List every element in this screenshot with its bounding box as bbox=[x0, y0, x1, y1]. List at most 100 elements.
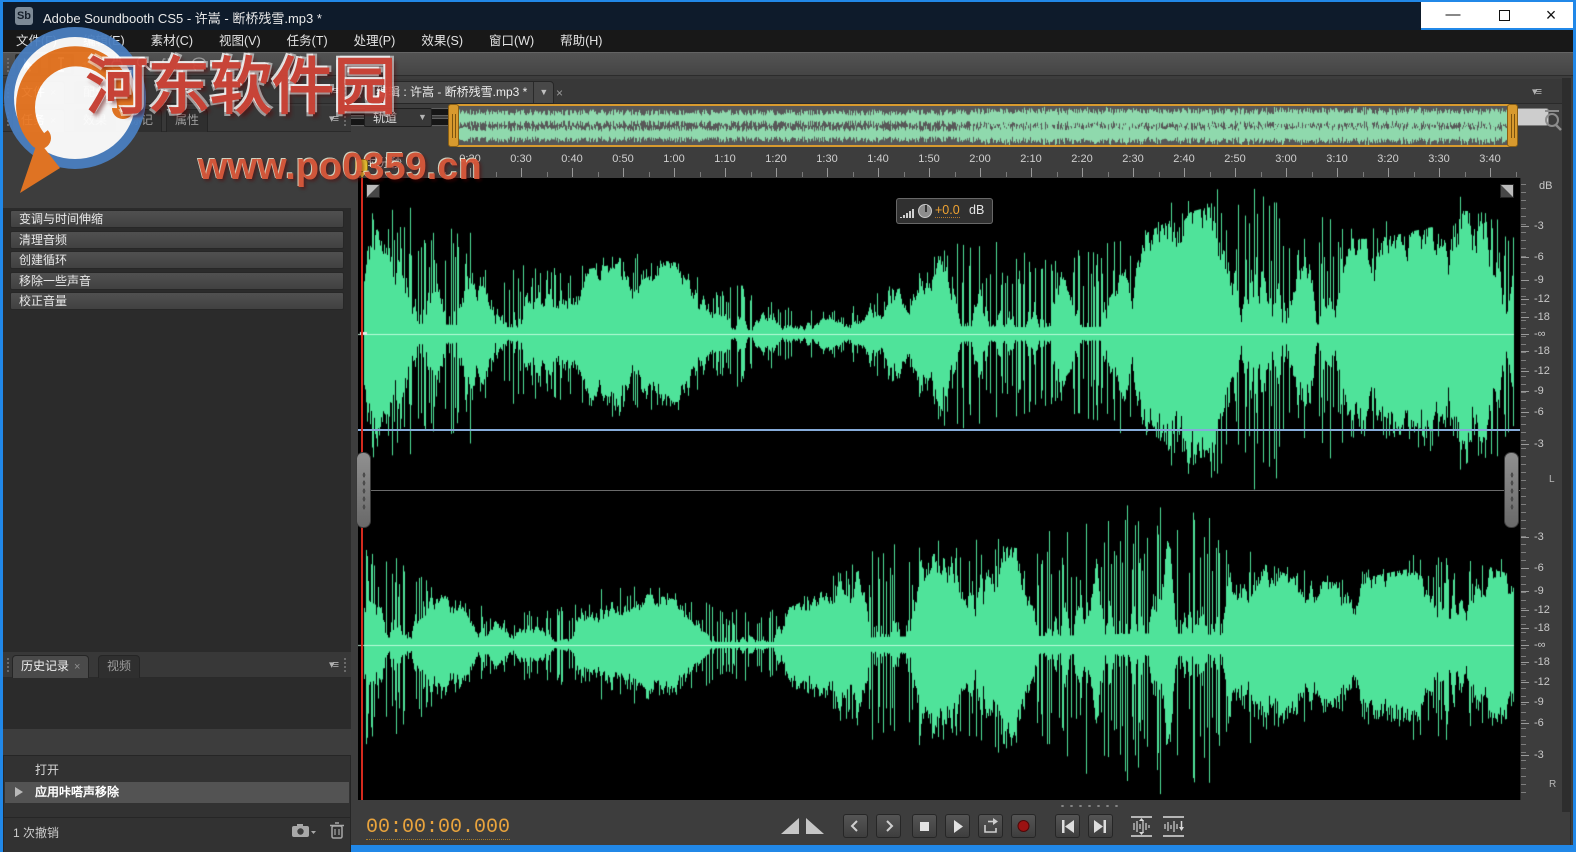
move-tool-button[interactable] bbox=[79, 54, 105, 75]
editor-tab-close-icon[interactable]: × bbox=[556, 86, 563, 100]
splitter-grip-dots[interactable] bbox=[1058, 803, 1120, 809]
menu-item-素材[interactable]: 素材(C) bbox=[138, 30, 206, 52]
lasso-tool-button[interactable] bbox=[187, 54, 213, 75]
hand-tool-button[interactable] bbox=[105, 54, 131, 75]
loop-playback-icon bbox=[984, 818, 998, 833]
go-to-start-button[interactable] bbox=[1055, 814, 1080, 838]
files-tab[interactable]: 配乐 bbox=[74, 81, 117, 104]
title-bar[interactable]: Sb Adobe Soundbooth CS5 - 许嵩 - 断桥残雪.mp3 … bbox=[3, 2, 1421, 30]
overview-right-handle[interactable] bbox=[1507, 104, 1518, 147]
waveform-canvas[interactable] bbox=[358, 178, 1520, 800]
task-item[interactable]: 变调与时间伸缩 bbox=[10, 210, 344, 228]
editor-tab[interactable]: 编辑 : 许嵩 - 断桥残雪.mp3 * ▼ bbox=[366, 81, 555, 104]
panel-menu-icon[interactable]: ▾≡ bbox=[329, 658, 339, 671]
history-item[interactable]: 应用咔嗒声移除 bbox=[5, 782, 349, 803]
record-button[interactable] bbox=[1011, 814, 1036, 838]
vertical-scrollbar-left[interactable] bbox=[356, 452, 371, 528]
db-tick bbox=[1521, 755, 1529, 756]
panel-menu-icon[interactable]: ▾≡ bbox=[329, 84, 339, 97]
arrow-tool-button[interactable] bbox=[15, 54, 41, 75]
task-item[interactable]: 移除一些声音 bbox=[10, 271, 344, 290]
db-tick bbox=[1521, 723, 1529, 724]
menu-item-处理[interactable]: 处理(P) bbox=[341, 30, 409, 52]
task-item[interactable]: 校正音量 bbox=[10, 292, 344, 310]
nudge-left-button[interactable] bbox=[843, 814, 868, 838]
tab-close-icon[interactable]: × bbox=[50, 87, 56, 99]
toolbar-grip[interactable] bbox=[6, 57, 11, 72]
menu-item-视图[interactable]: 视图(V) bbox=[206, 30, 274, 52]
menu-item-帮助[interactable]: 帮助(H) bbox=[547, 30, 615, 52]
channel-divider[interactable] bbox=[358, 490, 1520, 491]
menu-item-窗口[interactable]: 窗口(W) bbox=[476, 30, 547, 52]
panel-grip[interactable] bbox=[343, 83, 348, 99]
shrink-waveform-icon[interactable] bbox=[1160, 815, 1187, 838]
files-tab[interactable]: 文件 × bbox=[12, 81, 66, 104]
fade-out-handle[interactable] bbox=[1500, 184, 1514, 198]
vertical-scrollbar-right[interactable] bbox=[1504, 452, 1519, 528]
tasks-tab[interactable]: 任务 × bbox=[12, 109, 66, 132]
overview-left-handle[interactable] bbox=[448, 104, 459, 147]
panel-grip[interactable] bbox=[343, 657, 348, 673]
time-tick-minor bbox=[699, 172, 701, 177]
db-tick bbox=[1521, 568, 1529, 569]
maximize-button[interactable] bbox=[1483, 2, 1527, 28]
minimize-button[interactable]: — bbox=[1431, 2, 1475, 28]
menu-item-文件[interactable]: 文件(F) bbox=[3, 30, 70, 52]
task-item[interactable]: 创建循环 bbox=[10, 251, 344, 269]
history-item[interactable]: 打开 bbox=[5, 760, 349, 781]
time-tick-major bbox=[1235, 168, 1236, 177]
loop-playback-button[interactable] bbox=[978, 814, 1003, 838]
task-item[interactable]: 清理音频 bbox=[10, 230, 344, 249]
time-tick-label: 0:20 bbox=[459, 153, 481, 165]
track-selector-dropdown[interactable]: 轨道 ▼ bbox=[364, 108, 432, 127]
panel-grip[interactable] bbox=[6, 83, 11, 99]
time-selection-tool-button[interactable] bbox=[48, 54, 74, 75]
overview-selection-rect[interactable] bbox=[448, 104, 1518, 147]
undo-status-text: 1 次撤销 bbox=[13, 826, 60, 840]
fade-in-handle[interactable] bbox=[366, 184, 380, 198]
marquee-tool-button[interactable] bbox=[158, 54, 184, 75]
nudge-right-button[interactable] bbox=[876, 814, 901, 838]
expand-waveform-icon[interactable] bbox=[1128, 815, 1155, 838]
zoom-tool-button[interactable] bbox=[131, 54, 157, 75]
close-button[interactable]: × bbox=[1529, 2, 1573, 28]
panel-grip[interactable] bbox=[343, 111, 348, 127]
menu-item-效果[interactable]: 效果(S) bbox=[408, 30, 476, 52]
history-tab[interactable]: 视频 bbox=[98, 655, 141, 678]
tasks-tab[interactable]: 标记 bbox=[120, 109, 163, 132]
chevron-down-icon[interactable]: ▼ bbox=[414, 109, 431, 126]
waveform-display[interactable] bbox=[358, 178, 1520, 800]
playhead-pin[interactable] bbox=[355, 159, 368, 178]
timeline-ruler[interactable]: 时分秒 0:20 0:30 0:40 0:50 1:00 1:10 1:20 1:30 1:40… bbox=[356, 150, 1570, 178]
timecode-display[interactable]: 00:00:00.000 bbox=[366, 816, 511, 840]
bottom-splitter[interactable] bbox=[358, 800, 1562, 812]
panel-grip[interactable] bbox=[6, 111, 11, 127]
tab-close-icon[interactable]: × bbox=[50, 115, 56, 127]
time-tick-major bbox=[1184, 168, 1185, 177]
delete-trash-icon[interactable] bbox=[329, 821, 345, 840]
stop-button[interactable] bbox=[912, 814, 937, 838]
history-tab[interactable]: 历史记录 × bbox=[12, 655, 90, 678]
db-tick bbox=[1521, 317, 1529, 318]
menu-item-编辑[interactable]: 编辑(E) bbox=[70, 30, 138, 52]
volume-value[interactable]: +0.0 bbox=[935, 203, 960, 218]
tab-close-icon[interactable]: × bbox=[74, 661, 80, 673]
tasks-tab[interactable]: 属性 bbox=[166, 109, 209, 132]
go-to-end-button[interactable] bbox=[1088, 814, 1113, 838]
panel-grip[interactable] bbox=[6, 657, 11, 673]
volume-hud[interactable]: +0.0 dB bbox=[896, 198, 993, 224]
volume-unit: dB bbox=[969, 203, 985, 217]
move-icon bbox=[82, 55, 100, 72]
volume-knob-icon[interactable] bbox=[918, 204, 932, 218]
play-button[interactable] bbox=[945, 814, 970, 838]
fade-in-icon[interactable] bbox=[781, 818, 800, 835]
fade-out-icon[interactable] bbox=[806, 818, 825, 835]
tasks-tab[interactable]: 效果 bbox=[74, 109, 117, 132]
menu-item-任务[interactable]: 任务(T) bbox=[274, 30, 341, 52]
time-tick-major bbox=[776, 168, 777, 177]
panel-grip[interactable] bbox=[358, 83, 363, 100]
panel-menu-icon[interactable]: ▾≡ bbox=[329, 112, 339, 125]
panel-menu-icon[interactable]: ▾≡ bbox=[1532, 85, 1542, 98]
editor-tab-dropdown-icon[interactable]: ▼ bbox=[533, 82, 553, 103]
snapshot-camera-icon[interactable] bbox=[291, 822, 317, 840]
